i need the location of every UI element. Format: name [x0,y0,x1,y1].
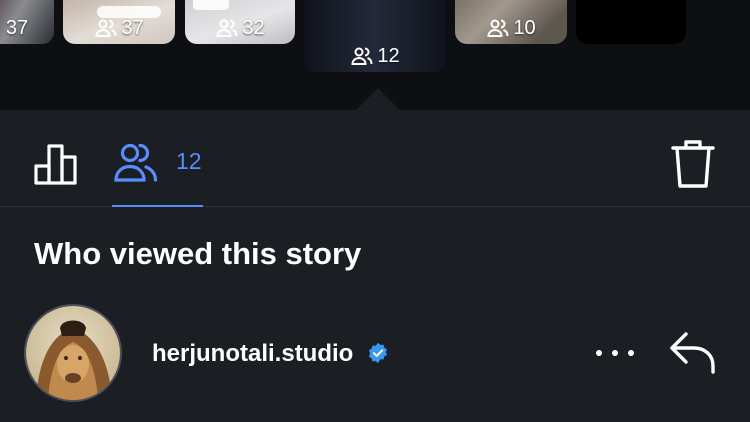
verified-badge-icon [368,342,388,364]
people-icon [487,19,509,37]
viewers-count: 12 [176,148,202,174]
viewer-username[interactable]: herjunotali.studio [152,340,353,368]
view-count: 37 [63,16,175,40]
people-icon [216,19,238,37]
trash-icon[interactable] [670,138,716,190]
people-icon [351,47,373,65]
story-thumbnail[interactable] [576,0,686,44]
more-options-icon[interactable] [596,342,634,364]
thumbnail-card [193,0,229,10]
story-thumbnail-selected[interactable]: 12 [304,0,446,72]
reply-icon[interactable] [668,330,718,376]
viewer-tabs: 12 [0,110,750,207]
story-thumbnail-strip: 37 37 32 12 10 [0,0,750,110]
lion-avatar [26,306,120,400]
bar-chart-icon[interactable] [32,140,80,188]
people-icon [114,143,158,182]
story-thumbnail[interactable]: 10 [455,0,567,44]
view-count: 37 [0,17,54,40]
story-thumbnail[interactable]: 37 [63,0,175,44]
view-count-label: 10 [513,16,536,39]
view-count-label: 37 [5,17,29,39]
view-count-label: 12 [377,44,400,67]
selected-pointer [356,88,400,110]
avatar[interactable] [24,304,122,402]
view-count: 32 [185,16,295,40]
people-icon [95,19,117,37]
view-count: 10 [455,16,567,40]
active-tab-indicator [112,205,203,207]
view-count-label: 37 [121,16,144,39]
tab-viewers[interactable]: 12 [112,110,203,207]
section-title: Who viewed this story [34,236,362,271]
story-thumbnail[interactable]: 37 [0,0,54,44]
view-count-label: 32 [242,16,265,39]
viewer-row[interactable]: herjunotali.studio [0,300,750,410]
view-count: 12 [304,44,446,68]
story-thumbnail[interactable]: 32 [185,0,295,44]
